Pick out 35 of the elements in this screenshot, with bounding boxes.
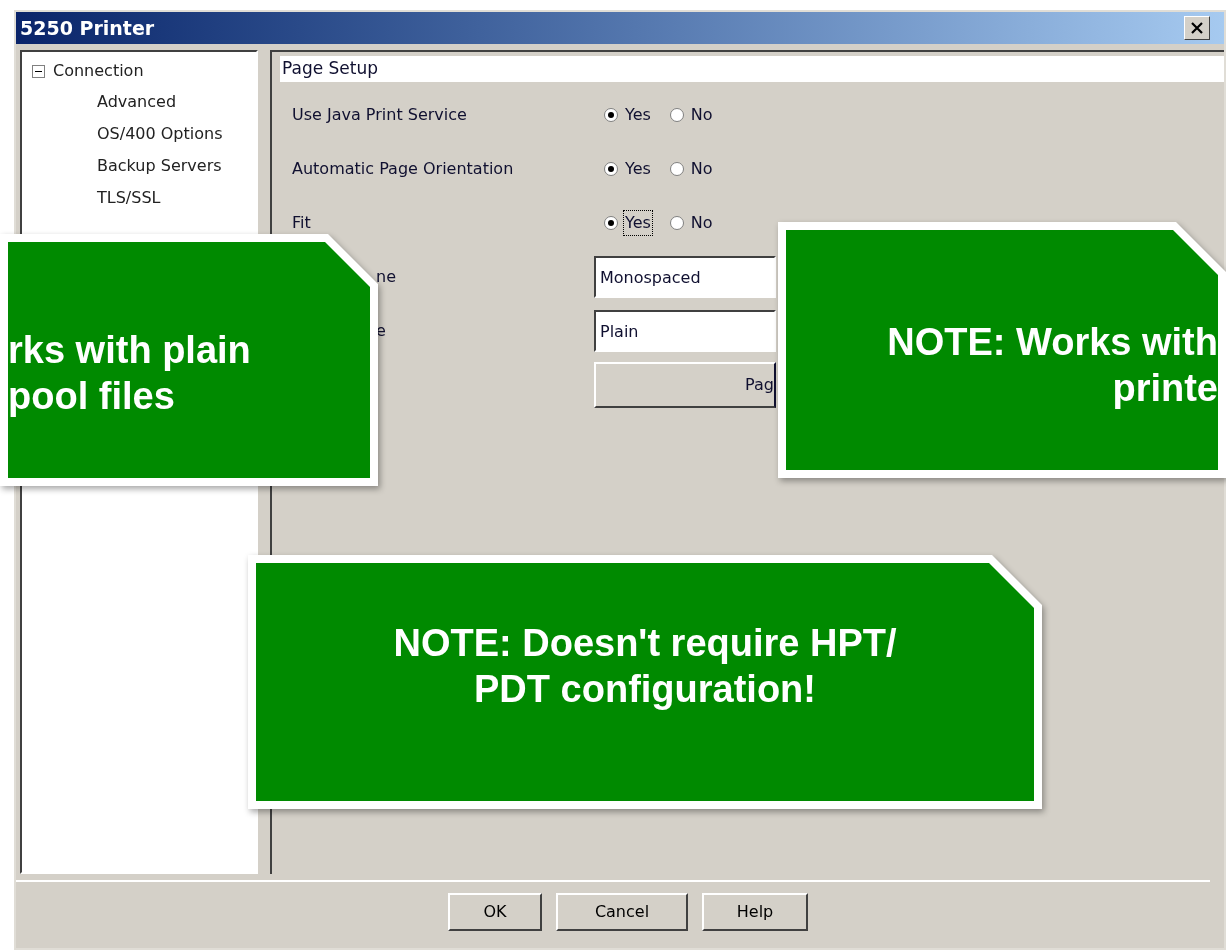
tree-item[interactable]: Advanced <box>97 90 177 114</box>
text-field[interactable]: Monospaced <box>594 256 776 298</box>
setting-label: Fit <box>292 212 312 234</box>
close-button[interactable] <box>1184 16 1210 40</box>
callout-text: rks with plain pool files <box>8 328 252 419</box>
dialog-button[interactable]: Help <box>702 893 808 931</box>
window-title: 5250 Printer <box>20 15 155 41</box>
setting-label: Use Java Print Service <box>292 104 468 126</box>
tree-item[interactable]: OS/400 Options <box>97 122 223 146</box>
panel-header: Page Setup <box>280 56 1224 82</box>
radio-button[interactable] <box>604 162 618 176</box>
page-button[interactable]: Pag <box>594 362 776 408</box>
dialog-button[interactable]: OK <box>448 893 542 931</box>
radio-button[interactable] <box>604 216 618 230</box>
setting-label: ne <box>375 266 397 288</box>
dialog-button[interactable]: Cancel <box>556 893 688 931</box>
radio-button[interactable] <box>669 108 684 122</box>
radio-label[interactable]: Yes <box>624 211 652 235</box>
text-field[interactable]: Plain <box>594 310 776 352</box>
tree-item[interactable]: Connection <box>53 59 144 83</box>
radio-button[interactable] <box>669 162 684 176</box>
close-icon <box>1191 22 1203 34</box>
radio-button[interactable] <box>669 216 684 230</box>
setting-label: Automatic Page Orientation <box>292 158 515 180</box>
radio-label[interactable]: Yes <box>624 103 652 127</box>
radio-label[interactable]: Yes <box>624 157 652 181</box>
collapse-icon[interactable] <box>32 64 45 78</box>
tree-item[interactable]: Backup Servers <box>97 154 222 178</box>
callout-text: NOTE: Doesn't require HPT/ PDT configuration! <box>392 621 898 712</box>
radio-label[interactable]: No <box>689 103 714 127</box>
radio-label[interactable]: No <box>689 211 714 235</box>
tree-item[interactable]: TLS/SSL <box>97 186 161 210</box>
radio-label[interactable]: No <box>689 157 714 181</box>
radio-button[interactable] <box>604 108 618 122</box>
callout-text: NOTE: Works with printe <box>886 320 1218 411</box>
